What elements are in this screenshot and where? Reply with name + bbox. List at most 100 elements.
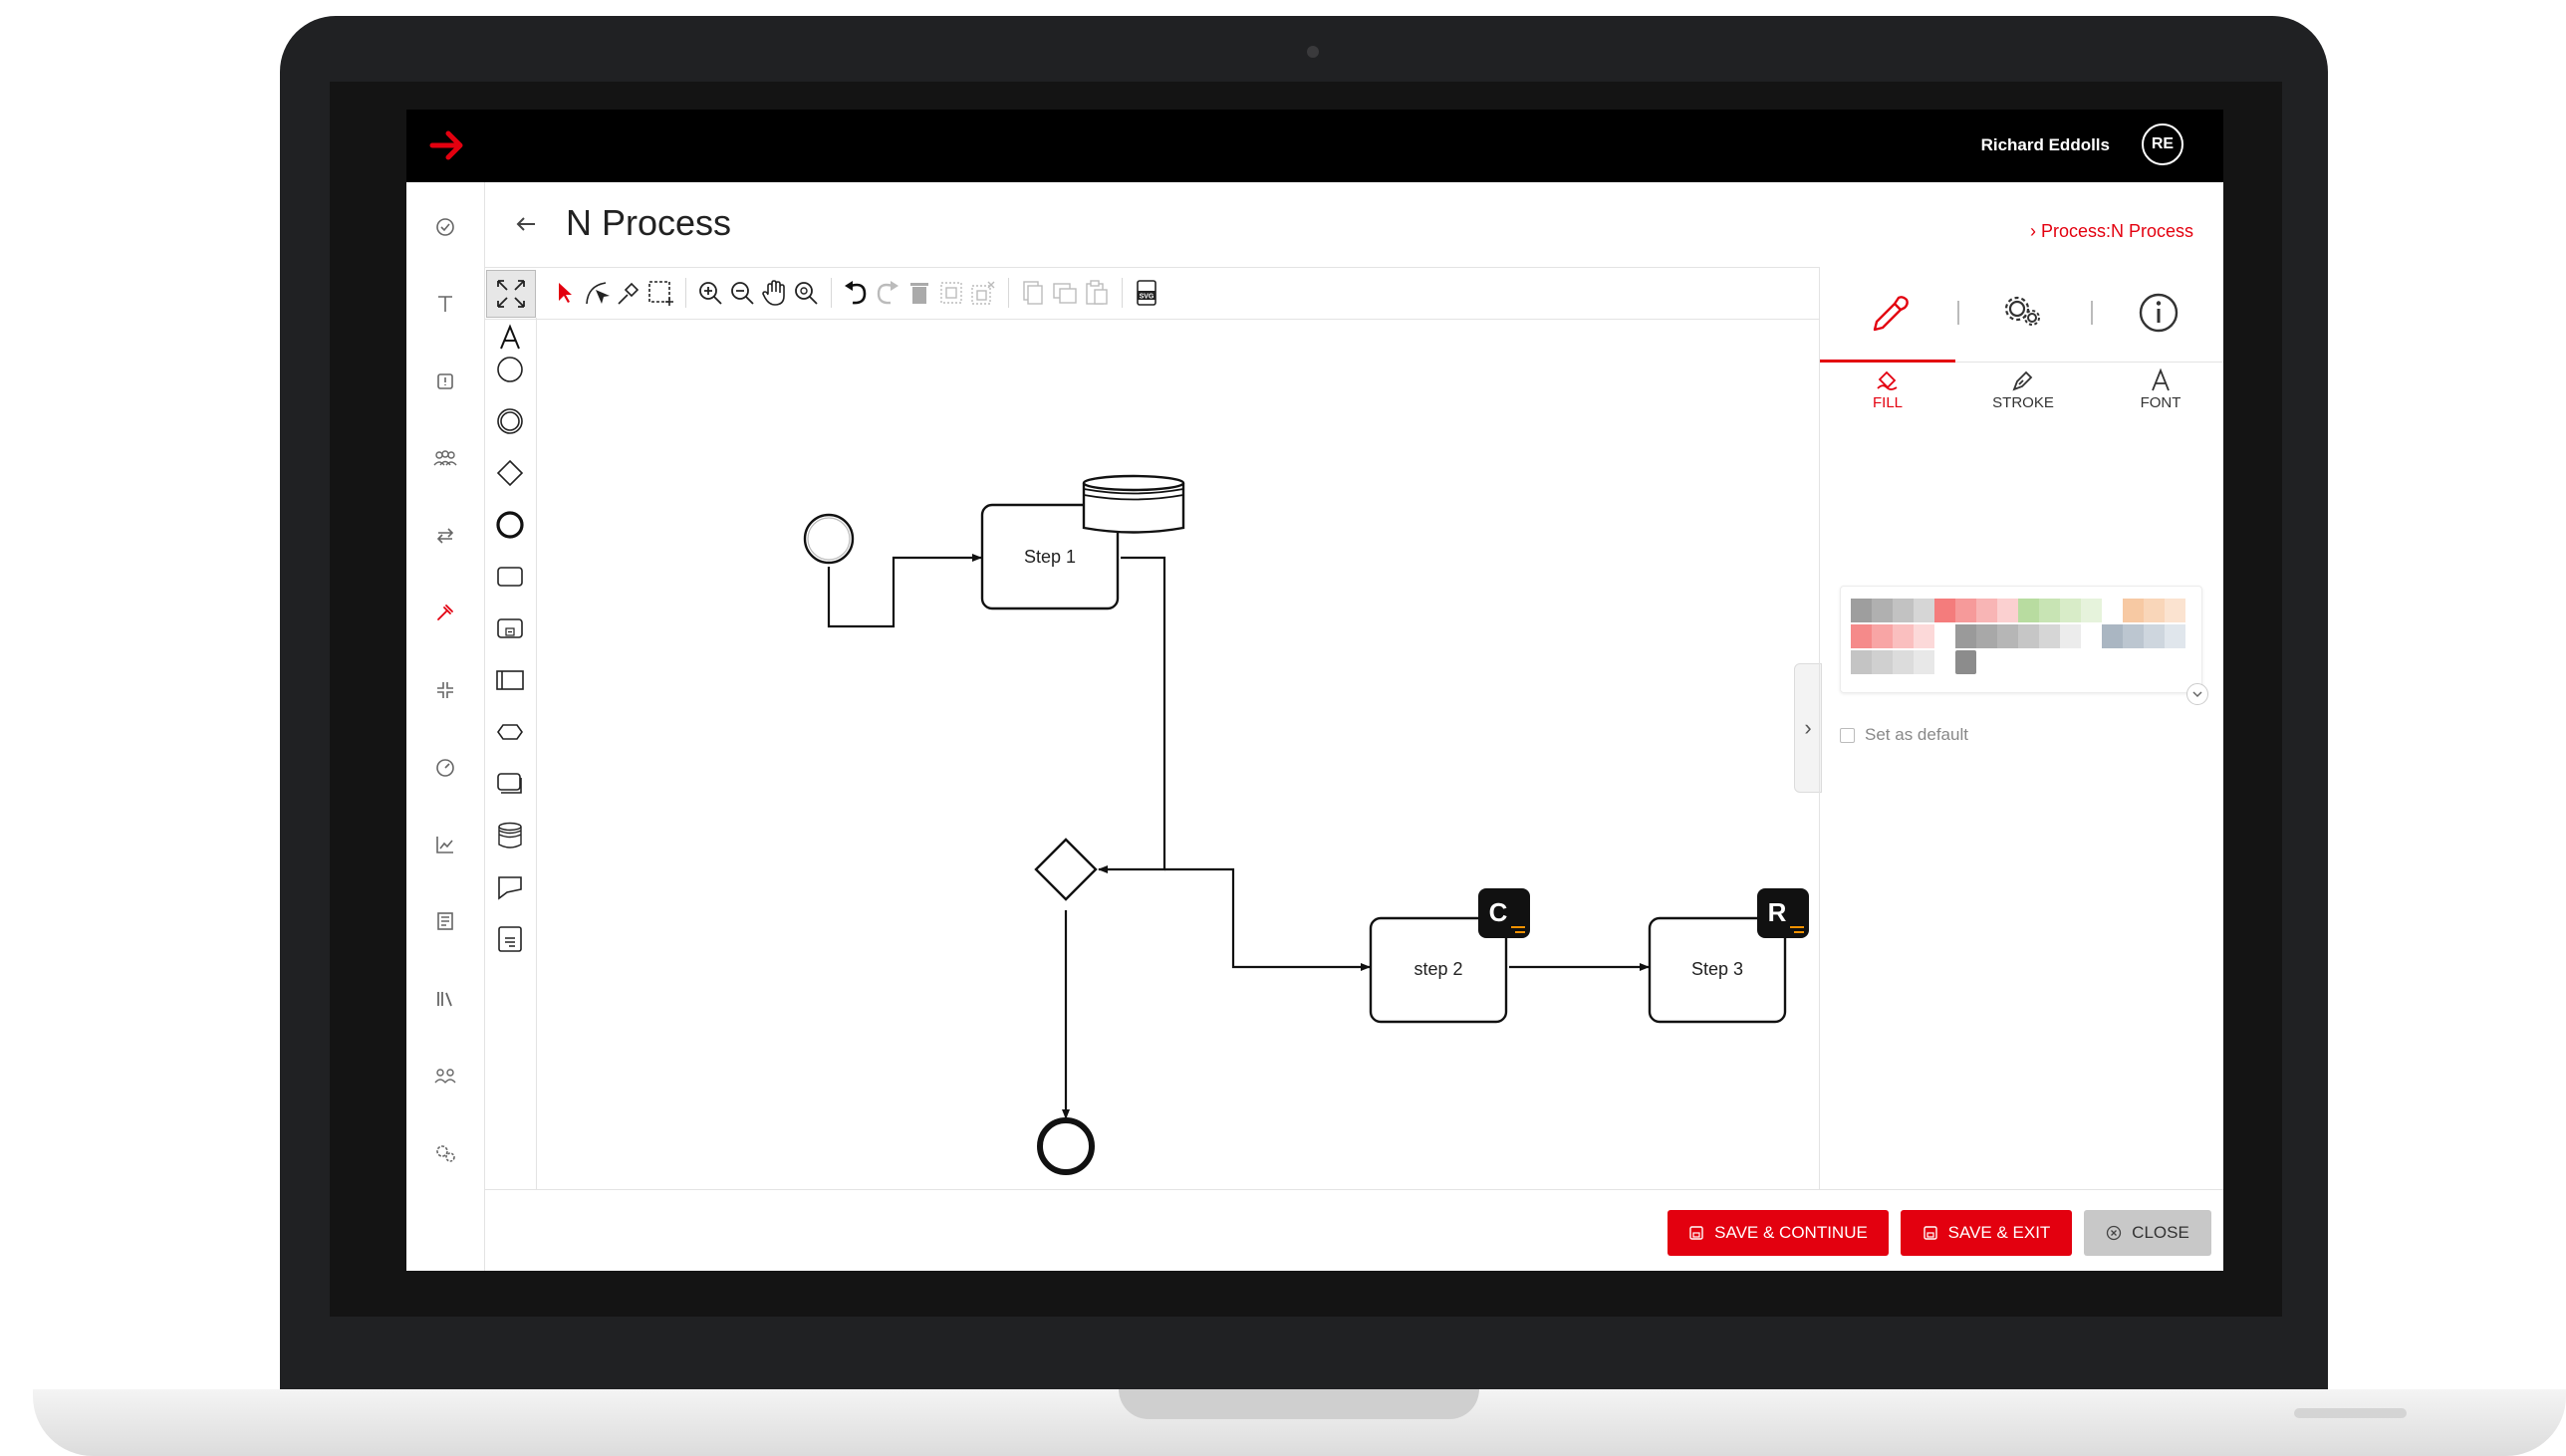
color-swatch[interactable]: [1976, 624, 1997, 648]
panel-collapse-handle[interactable]: ›: [1794, 663, 1822, 793]
color-swatch[interactable]: [1997, 599, 2018, 622]
color-swatch[interactable]: [2165, 599, 2185, 622]
group-icon[interactable]: [934, 276, 968, 310]
breadcrumb[interactable]: › Process:N Process: [2030, 219, 2193, 243]
color-swatch[interactable]: [1934, 650, 1955, 674]
color-swatch[interactable]: [2144, 624, 2165, 648]
color-swatch[interactable]: [1955, 624, 1976, 648]
color-swatch[interactable]: [1955, 599, 1976, 622]
intermediate-event-icon[interactable]: [492, 403, 528, 439]
event-subprocess-icon[interactable]: [492, 714, 528, 750]
color-swatch[interactable]: [2060, 624, 2081, 648]
color-swatch[interactable]: [1934, 624, 1955, 648]
set-default-checkbox-row[interactable]: Set as default: [1840, 725, 1968, 745]
zoom-in-icon[interactable]: [693, 276, 727, 310]
color-swatch[interactable]: [1976, 599, 1997, 622]
subtab-fill[interactable]: FILL: [1828, 366, 1947, 411]
data-object-icon[interactable]: [492, 869, 528, 905]
save-exit-button[interactable]: SAVE & EXIT: [1901, 1210, 2072, 1256]
ungroup-icon[interactable]: [966, 276, 1000, 310]
subtab-stroke[interactable]: STROKE: [1963, 366, 2083, 411]
color-swatch[interactable]: [1914, 650, 1934, 674]
color-swatch[interactable]: [2060, 599, 2081, 622]
color-swatch[interactable]: [2123, 624, 2144, 648]
collapse-arrows-icon[interactable]: [430, 675, 460, 705]
pool-icon[interactable]: [492, 662, 528, 698]
color-swatch[interactable]: [1872, 599, 1893, 622]
copy-icon[interactable]: [1016, 276, 1050, 310]
swap-arrows-icon[interactable]: [430, 521, 460, 551]
breadcrumb-label[interactable]: Process:N Process: [2041, 221, 2193, 241]
color-swatch[interactable]: [2018, 599, 2039, 622]
undo-icon[interactable]: [839, 276, 873, 310]
hammer-icon[interactable]: [430, 598, 460, 627]
task-icon[interactable]: [492, 559, 528, 595]
alert-box-icon[interactable]: [430, 366, 460, 396]
color-swatch[interactable]: [2081, 624, 2102, 648]
color-swatch[interactable]: [1872, 650, 1893, 674]
color-swatch[interactable]: [1893, 650, 1914, 674]
color-swatch[interactable]: [1934, 599, 1955, 622]
subtab-font[interactable]: FONT: [2101, 366, 2220, 411]
save-continue-button[interactable]: SAVE & CONTINUE: [1668, 1210, 1889, 1256]
info-icon[interactable]: [2129, 283, 2188, 343]
diagram-canvas[interactable]: Step 1 step 2 C Step 3 R: [537, 318, 1819, 1189]
badge-c-icon[interactable]: C: [1478, 888, 1530, 938]
text-tool-icon[interactable]: [492, 320, 528, 356]
color-swatch[interactable]: [1893, 624, 1914, 648]
color-swatch-selected[interactable]: [1955, 650, 1976, 674]
zoom-out-icon[interactable]: [725, 276, 759, 310]
color-swatch[interactable]: [1872, 624, 1893, 648]
gateway-icon[interactable]: [492, 455, 528, 491]
pen-icon[interactable]: [612, 276, 645, 310]
start-event[interactable]: [803, 513, 855, 565]
line-chart-icon[interactable]: [430, 830, 460, 859]
back-arrow-icon[interactable]: [511, 209, 541, 239]
color-swatch[interactable]: [1851, 599, 1872, 622]
color-swatch[interactable]: [2102, 599, 2123, 622]
connector-start-step1[interactable]: [827, 554, 982, 628]
fit-icon[interactable]: [486, 270, 536, 318]
marquee-select-icon[interactable]: [643, 276, 677, 310]
pan-hand-icon[interactable]: [757, 276, 791, 310]
text-icon[interactable]: [430, 289, 460, 319]
export-svg-icon[interactable]: SVG: [1130, 276, 1163, 310]
color-swatch[interactable]: [2165, 624, 2185, 648]
annotation-icon[interactable]: [492, 921, 528, 957]
end-event-icon[interactable]: [492, 507, 528, 543]
color-swatch[interactable]: [1851, 650, 1872, 674]
color-swatch[interactable]: [2039, 599, 2060, 622]
duplicate-icon[interactable]: [1048, 276, 1082, 310]
exclusive-gateway[interactable]: [1034, 838, 1098, 901]
connect-curve-icon[interactable]: [580, 276, 614, 310]
library-icon[interactable]: [430, 984, 460, 1014]
connector-gateway-step2[interactable]: [1164, 867, 1371, 971]
set-default-checkbox[interactable]: [1840, 727, 1855, 743]
zoom-fit-icon[interactable]: [789, 276, 823, 310]
document-list-icon[interactable]: [430, 906, 460, 936]
gauge-icon[interactable]: [430, 752, 460, 782]
data-store[interactable]: [1082, 474, 1185, 534]
check-circle-icon[interactable]: [430, 212, 460, 242]
data-store-icon[interactable]: [492, 818, 528, 853]
delete-icon[interactable]: [902, 276, 936, 310]
color-swatch[interactable]: [1893, 599, 1914, 622]
group-icon[interactable]: [430, 1061, 460, 1091]
expand-swatches-icon[interactable]: [2186, 683, 2208, 705]
transaction-icon[interactable]: [492, 766, 528, 802]
paste-icon[interactable]: [1080, 276, 1114, 310]
color-swatch[interactable]: [2144, 599, 2165, 622]
logo-arrow-icon[interactable]: [428, 127, 468, 163]
pointer-icon[interactable]: [548, 276, 582, 310]
settings-gears-icon[interactable]: [1993, 283, 2053, 343]
style-brush-icon[interactable]: [1860, 283, 1920, 343]
color-swatch[interactable]: [2081, 599, 2102, 622]
close-button[interactable]: CLOSE: [2084, 1210, 2211, 1256]
color-swatch[interactable]: [1851, 624, 1872, 648]
redo-icon[interactable]: [871, 276, 904, 310]
avatar[interactable]: RE: [2142, 123, 2183, 165]
end-event[interactable]: [1037, 1117, 1095, 1175]
settings-gears-icon[interactable]: [430, 1138, 460, 1168]
badge-r-icon[interactable]: R: [1757, 888, 1809, 938]
color-swatch[interactable]: [1914, 599, 1934, 622]
